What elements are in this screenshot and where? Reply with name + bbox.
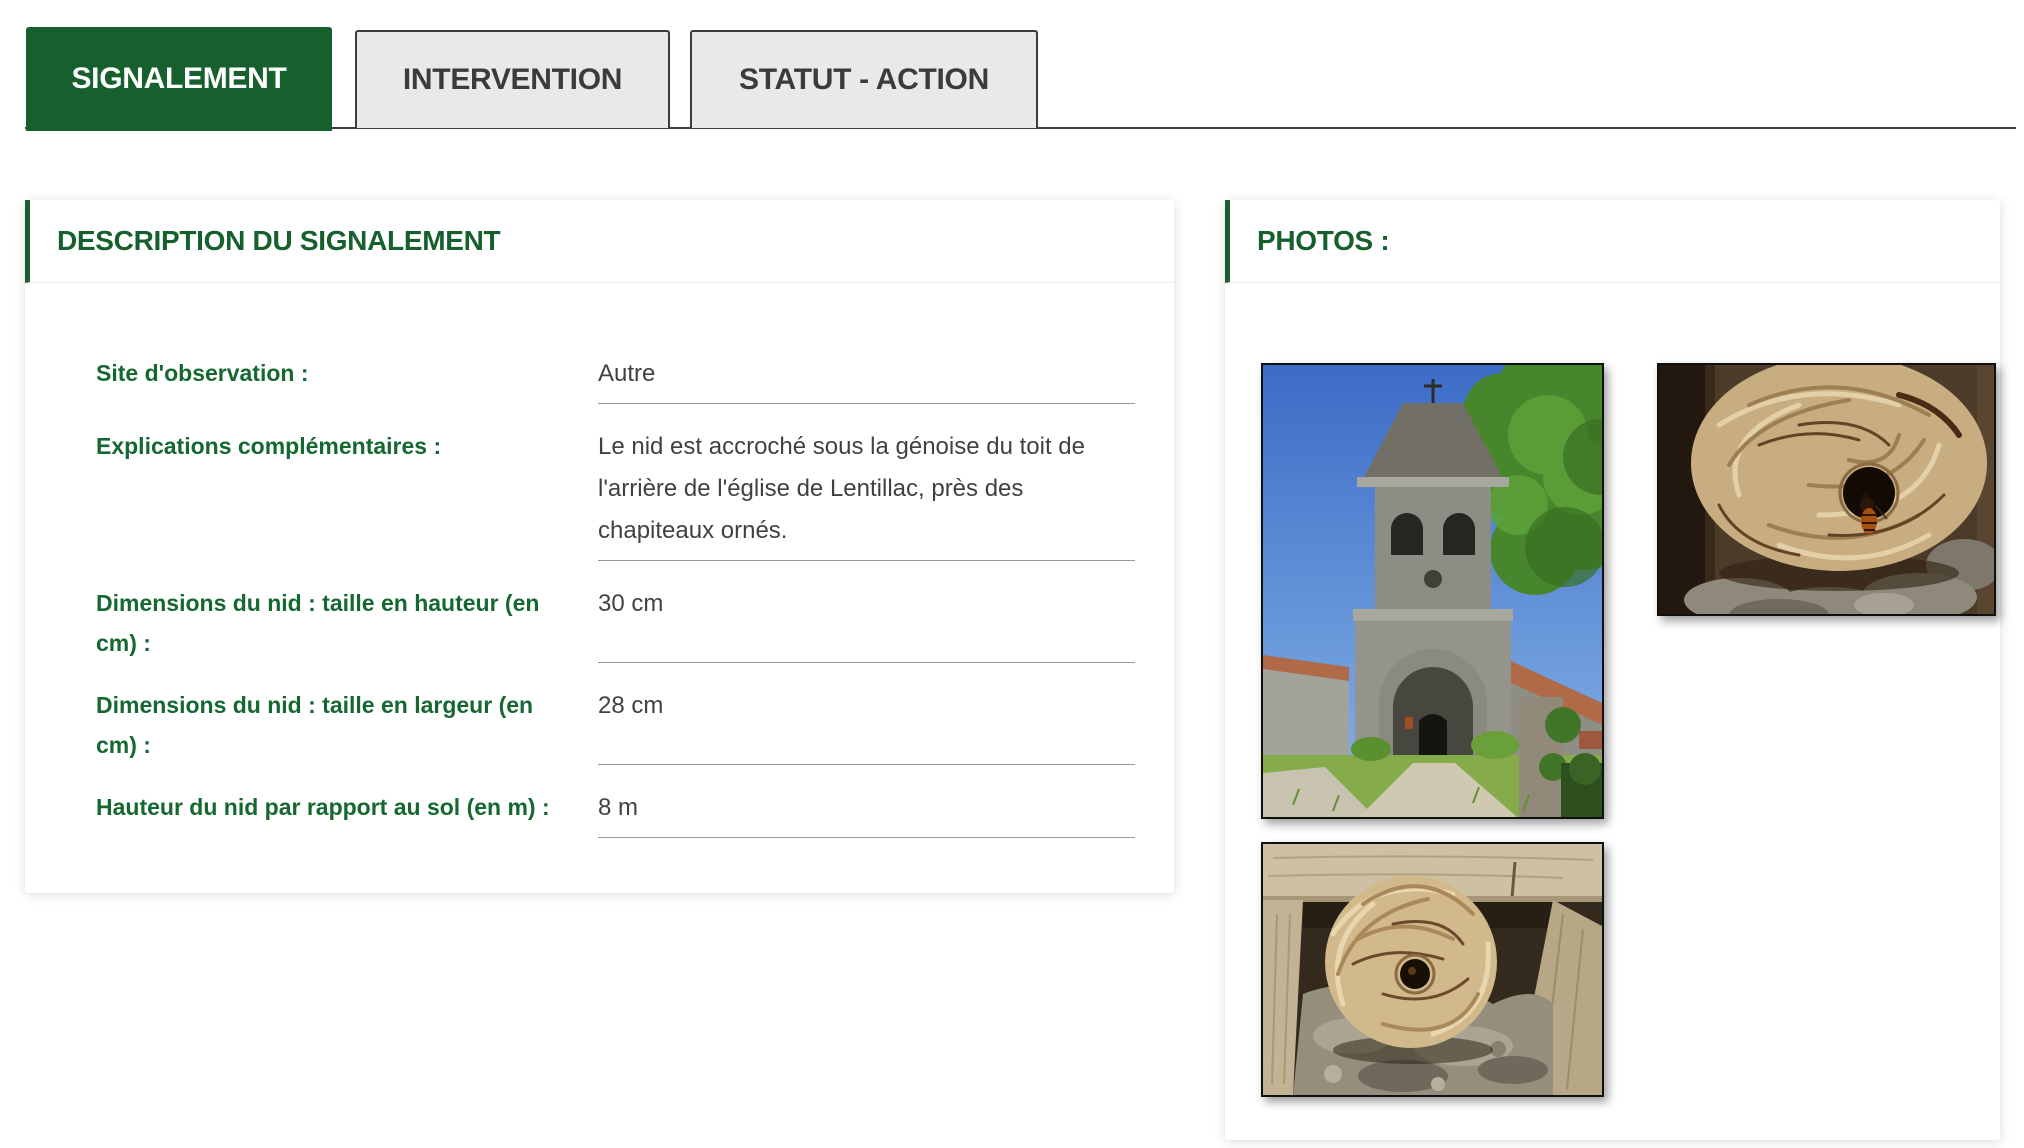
photos-panel-header: PHOTOS : — [1225, 200, 2000, 283]
field-row-explications: Explications complémentaires : Le nid es… — [96, 426, 1134, 561]
tab-bar: SIGNALEMENT INTERVENTION STATUT - ACTION — [26, 0, 1038, 131]
photos-panel-title: PHOTOS : — [1257, 225, 1389, 257]
tab-intervention[interactable]: INTERVENTION — [355, 30, 670, 128]
field-label: Dimensions du nid : taille en largeur (e… — [96, 685, 598, 765]
field-label: Site d'observation : — [96, 353, 598, 404]
field-value-largeur-nid-cm[interactable]: 28 cm — [598, 685, 1135, 765]
field-label: Dimensions du nid : taille en hauteur (e… — [96, 583, 598, 663]
church-photo[interactable] — [1261, 363, 1604, 819]
field-label: Explications complémentaires : — [96, 426, 598, 561]
field-row-hauteur-sol-m: Hauteur du nid par rapport au sol (en m)… — [96, 787, 1134, 838]
description-panel-body: Site d'observation : Autre Explications … — [25, 283, 1174, 890]
nest-entrance-closeup-photo[interactable] — [1657, 363, 1996, 616]
nest-under-roof-image — [1263, 844, 1602, 1095]
tab-statut-action[interactable]: STATUT - ACTION — [690, 30, 1038, 128]
field-row-site-observation: Site d'observation : Autre — [96, 353, 1134, 404]
nest-under-roof-photo[interactable] — [1261, 842, 1604, 1097]
field-value-site-observation[interactable]: Autre — [598, 353, 1135, 404]
field-value-hauteur-sol-m[interactable]: 8 m — [598, 787, 1135, 838]
church-photo-image — [1263, 365, 1602, 817]
tab-signalement[interactable]: SIGNALEMENT — [26, 27, 332, 131]
photos-panel-body — [1225, 283, 2000, 1140]
description-panel-title: DESCRIPTION DU SIGNALEMENT — [57, 225, 500, 257]
field-row-largeur-nid-cm: Dimensions du nid : taille en largeur (e… — [96, 685, 1134, 765]
description-panel-header: DESCRIPTION DU SIGNALEMENT — [25, 200, 1174, 283]
nest-entrance-closeup-image — [1659, 365, 1994, 614]
description-panel: DESCRIPTION DU SIGNALEMENT Site d'observ… — [25, 200, 1174, 893]
field-label: Hauteur du nid par rapport au sol (en m)… — [96, 787, 598, 838]
field-value-explications[interactable]: Le nid est accroché sous la génoise du t… — [598, 426, 1135, 561]
field-row-hauteur-nid-cm: Dimensions du nid : taille en hauteur (e… — [96, 583, 1134, 663]
photos-panel: PHOTOS : — [1225, 200, 2000, 1140]
field-value-hauteur-nid-cm[interactable]: 30 cm — [598, 583, 1135, 663]
